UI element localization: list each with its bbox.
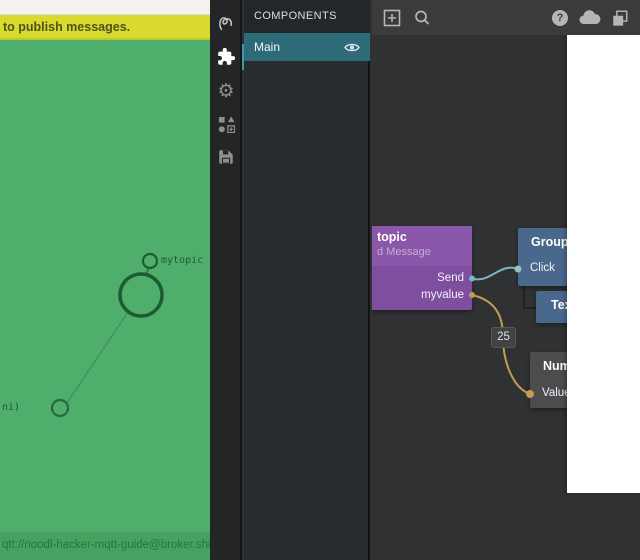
hierarchy-connector bbox=[524, 286, 536, 308]
port-myvalue[interactable]: myvalue bbox=[421, 289, 464, 301]
noodl-logo-icon[interactable] bbox=[210, 8, 242, 38]
component-item-label: Main bbox=[244, 40, 344, 54]
editor-window: ⚙ COMPONENTS bbox=[210, 0, 640, 560]
components-panel-header: COMPONENTS bbox=[244, 0, 370, 33]
notification-banner: to publish messages. bbox=[0, 15, 210, 40]
node-title: Group bbox=[531, 235, 569, 249]
broker-circle[interactable] bbox=[120, 274, 162, 316]
browser-status-url: qtt://noodl-hacker-mqtt-guide@broker.shi… bbox=[0, 532, 210, 560]
mqtt-visualization bbox=[0, 40, 210, 532]
components-panel: COMPONENTS Main bbox=[244, 0, 370, 560]
preview-panel bbox=[567, 35, 640, 493]
components-shapes-icon[interactable] bbox=[210, 109, 242, 139]
eye-icon[interactable] bbox=[344, 42, 360, 53]
port-send[interactable]: Send bbox=[437, 272, 464, 284]
node-title: topic bbox=[377, 230, 407, 244]
signal-wire[interactable] bbox=[472, 268, 518, 280]
puzzle-icon[interactable] bbox=[210, 42, 242, 72]
client-circle[interactable] bbox=[52, 400, 68, 416]
connection-value-badge[interactable]: 25 bbox=[491, 327, 516, 348]
node-subtitle: d Message bbox=[377, 246, 431, 258]
add-node-icon[interactable] bbox=[380, 6, 404, 30]
screen: to publish messages. mytopic ni) qtt://n… bbox=[0, 0, 640, 560]
gear-icon[interactable]: ⚙ bbox=[210, 76, 242, 106]
save-icon[interactable] bbox=[210, 142, 242, 172]
broker-client-link bbox=[67, 312, 128, 403]
zoom-search-icon[interactable] bbox=[410, 6, 434, 30]
browser-page-top bbox=[0, 0, 210, 15]
cloud-icon[interactable] bbox=[578, 6, 602, 30]
node-send-message[interactable]: topic d Message Send myvalue bbox=[372, 226, 472, 310]
topic-circle[interactable] bbox=[143, 254, 157, 268]
topic-label: mytopic bbox=[161, 255, 203, 266]
component-item-main[interactable]: Main bbox=[244, 33, 370, 61]
node-canvas[interactable]: 25 topic d Message Send myvalue Group Cl… bbox=[372, 0, 640, 560]
canvas-toolbar: ? bbox=[372, 0, 640, 35]
port-click[interactable]: Click bbox=[530, 262, 555, 274]
editor-sidebar: ⚙ bbox=[210, 0, 242, 560]
windows-icon[interactable] bbox=[608, 6, 632, 30]
help-icon[interactable]: ? bbox=[548, 6, 572, 30]
browser-pane: to publish messages. mytopic ni) qtt://n… bbox=[0, 0, 210, 560]
client-label-partial: ni) bbox=[2, 402, 20, 413]
